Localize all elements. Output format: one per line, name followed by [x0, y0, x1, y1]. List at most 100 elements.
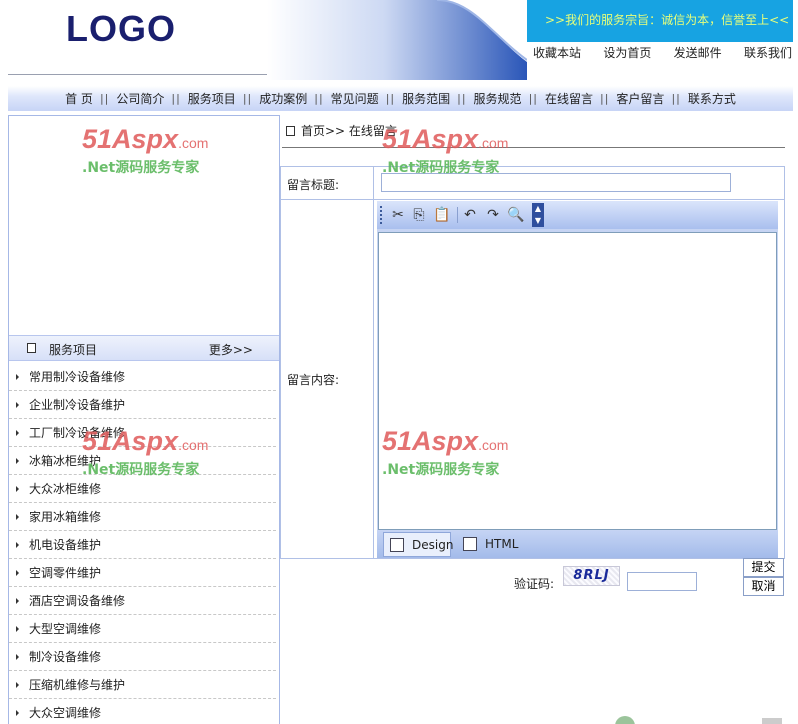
nav-contact[interactable]: 联系方式: [684, 90, 740, 107]
arrow-icon: [16, 682, 19, 688]
list-item[interactable]: 大型空调维修: [9, 615, 276, 643]
title-label: 留言标题:: [287, 178, 340, 192]
copy-icon[interactable]: ⎘: [410, 206, 428, 224]
nav-cases[interactable]: 成功案例: [255, 90, 311, 107]
nav-services[interactable]: 服务项目: [184, 90, 240, 107]
message-form: 留言标题: 留言内容: ✂ ⎘ 📋 ↶ ↷ 🔍 ▲ ▼ Design HTML: [280, 166, 785, 559]
list-item[interactable]: 机电设备维护: [9, 531, 276, 559]
design-label: Design: [412, 538, 454, 552]
list-item-label: 大型空调维修: [29, 622, 102, 636]
list-item-label: 工厂制冷设备维修: [29, 426, 126, 440]
nav-separator: ||: [671, 92, 681, 105]
nav-faq[interactable]: 常见问题: [327, 90, 383, 107]
list-item[interactable]: 工厂制冷设备维修: [9, 419, 276, 447]
section-title: 服务项目: [49, 343, 98, 357]
nav-separator: ||: [314, 92, 324, 105]
document-icon: [27, 343, 36, 353]
nav-separator: ||: [528, 92, 538, 105]
captcha-input[interactable]: [627, 572, 697, 591]
list-item[interactable]: 冰箱冰柜维护: [9, 447, 276, 475]
row-divider: [281, 199, 784, 200]
arrow-icon: [16, 542, 19, 548]
form-label-column: [281, 167, 374, 558]
status-indicator: [615, 716, 635, 724]
nav-about[interactable]: 公司简介: [112, 90, 168, 107]
nav-scope[interactable]: 服务范围: [398, 90, 454, 107]
status-indicator: [762, 718, 782, 724]
list-item[interactable]: 大众空调维修: [9, 699, 276, 724]
design-mode-tab[interactable]: Design: [383, 532, 454, 557]
nav-standards[interactable]: 服务规范: [470, 90, 526, 107]
list-item-label: 企业制冷设备维护: [29, 398, 126, 412]
list-item[interactable]: 压缩机维修与维护: [9, 671, 276, 699]
list-item-label: 大众冰柜维修: [29, 482, 102, 496]
list-item-label: 大众空调维修: [29, 706, 102, 720]
set-homepage-link[interactable]: 设为首页: [603, 44, 651, 66]
divider: [282, 147, 785, 148]
more-link[interactable]: 更多>>: [209, 341, 253, 358]
submit-button[interactable]: 提交: [743, 558, 784, 577]
document-icon: [286, 126, 295, 136]
contact-us-link[interactable]: 联系我们: [744, 44, 792, 66]
slogan-banner: >>我们的服务宗旨：诚信为本，信誉至上<<: [527, 0, 793, 42]
list-item[interactable]: 制冷设备维修: [9, 643, 276, 671]
arrow-icon: [16, 626, 19, 632]
toolbar-grip[interactable]: [380, 206, 382, 224]
arrow-icon: [16, 654, 19, 660]
editor-mode-bar: Design HTML: [377, 531, 778, 558]
captcha-image[interactable]: 8RLJ: [563, 566, 620, 586]
cancel-button[interactable]: 取消: [743, 577, 784, 596]
services-section-header: 服务项目 更多>>: [9, 335, 279, 361]
content-label: 留言内容:: [287, 373, 340, 387]
arrow-icon: [16, 430, 19, 436]
nav-separator: ||: [600, 92, 610, 105]
list-item-label: 空调零件维护: [29, 566, 102, 580]
send-email-link[interactable]: 发送邮件: [674, 44, 722, 66]
nav-separator: ||: [242, 92, 253, 105]
nav-customer-message[interactable]: 客户留言: [612, 90, 668, 107]
main-nav: 首 页 || 公司简介 || 服务项目 || 成功案例 || 常见问题 || 服…: [8, 86, 793, 111]
toolbar-options-icon[interactable]: ▲ ▼: [532, 203, 544, 227]
html-mode-tab[interactable]: HTML: [457, 532, 519, 557]
html-label: HTML: [485, 537, 519, 551]
list-item[interactable]: 空调零件维护: [9, 559, 276, 587]
paste-icon[interactable]: 📋: [433, 206, 451, 224]
list-item-label: 家用冰箱维修: [29, 510, 102, 524]
watermark-domain: .com: [478, 135, 509, 151]
nav-home[interactable]: 首 页: [61, 90, 97, 107]
design-icon: [390, 538, 404, 552]
arrow-icon: [16, 402, 19, 408]
header-wave-graphic: [267, 0, 527, 80]
title-input[interactable]: [381, 173, 731, 192]
preview-icon[interactable]: 🔍: [507, 206, 525, 224]
arrow-icon: [16, 710, 19, 716]
nav-online-message[interactable]: 在线留言: [541, 90, 597, 107]
editor-content-area[interactable]: [378, 232, 777, 530]
arrow-icon: [16, 570, 19, 576]
arrow-icon: [16, 374, 19, 380]
bookmark-link[interactable]: 收藏本站: [533, 44, 581, 66]
redo-icon[interactable]: ↷: [484, 206, 502, 224]
arrow-icon: [16, 486, 19, 492]
arrow-icon: [16, 458, 19, 464]
logo-underline: [8, 74, 267, 75]
list-item-label: 压缩机维修与维护: [29, 678, 126, 692]
nav-separator: ||: [385, 92, 396, 105]
top-links: 收藏本站 设为首页 发送邮件 联系我们: [527, 44, 798, 66]
breadcrumb-text: 首页>> 在线留言: [301, 124, 397, 138]
undo-icon[interactable]: ↶: [461, 206, 479, 224]
editor-toolbar: ✂ ⎘ 📋 ↶ ↷ 🔍 ▲ ▼: [377, 201, 778, 229]
cut-icon[interactable]: ✂: [389, 206, 407, 224]
site-logo: LOGO: [66, 8, 176, 49]
toolbar-separator: [457, 207, 458, 223]
list-item[interactable]: 酒店空调设备维修: [9, 587, 276, 615]
services-list: 常用制冷设备维修 企业制冷设备维护 工厂制冷设备维修 冰箱冰柜维护 大众冰柜维修…: [9, 363, 279, 724]
captcha-label: 验证码:: [514, 577, 555, 591]
list-item[interactable]: 大众冰柜维修: [9, 475, 276, 503]
left-sidebar: 服务项目 更多>> 常用制冷设备维修 企业制冷设备维护 工厂制冷设备维修 冰箱冰…: [8, 115, 280, 724]
list-item[interactable]: 企业制冷设备维护: [9, 391, 276, 419]
list-item[interactable]: 家用冰箱维修: [9, 503, 276, 531]
html-icon: [463, 537, 477, 551]
list-item[interactable]: 常用制冷设备维修: [9, 363, 276, 391]
nav-separator: ||: [99, 92, 110, 105]
